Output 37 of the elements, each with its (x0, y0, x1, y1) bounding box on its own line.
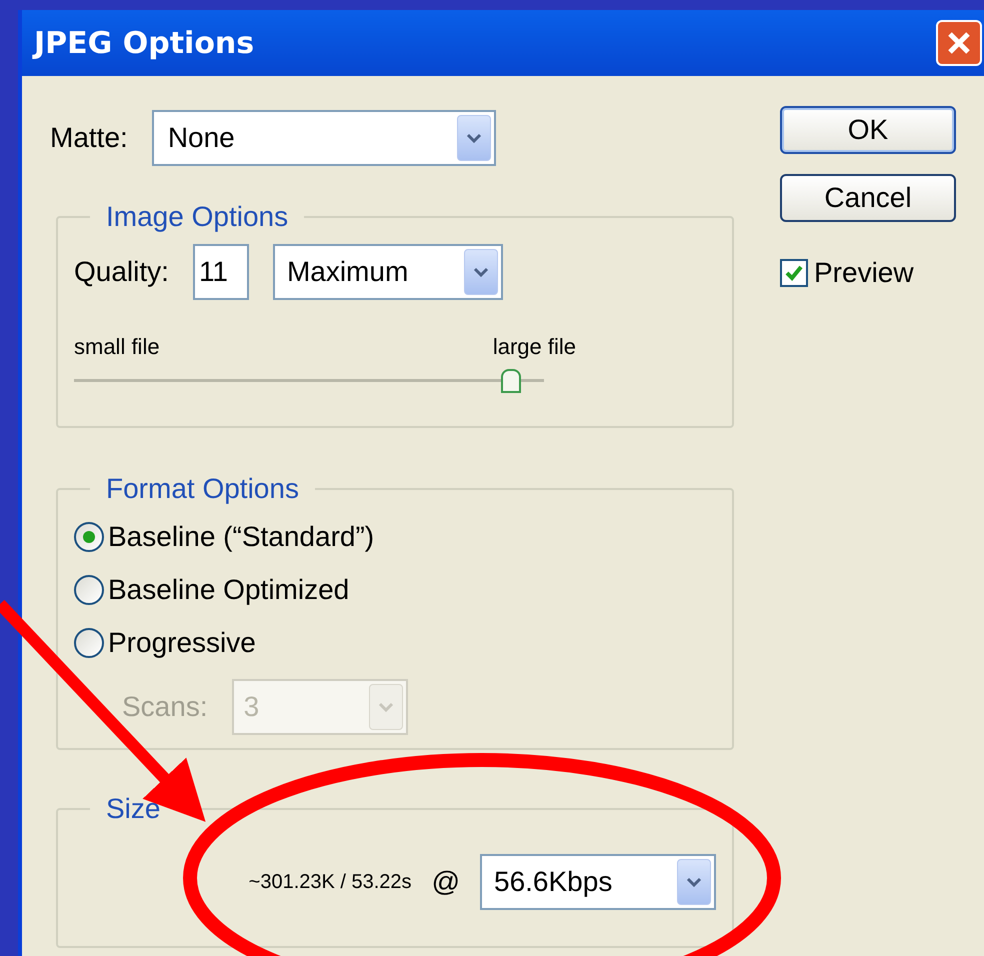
close-icon (946, 30, 972, 56)
window-title: JPEG Options (34, 24, 254, 62)
group-title: Image Options (106, 201, 288, 232)
dropdown-button[interactable] (456, 115, 491, 161)
preview-label: Preview (814, 256, 914, 290)
quality-label: Quality: (74, 255, 169, 289)
radio-option[interactable]: Baseline (“Standard”) (74, 510, 716, 563)
radio-button[interactable] (74, 628, 104, 658)
group-title: Size (106, 793, 160, 824)
size-estimate: ~301.23K / 53.22s (248, 870, 412, 895)
radio-option[interactable]: Baseline Optimized (74, 563, 716, 616)
caret-icon (686, 876, 702, 888)
max-label: large file (492, 333, 576, 361)
matte-dropdown[interactable]: None (152, 110, 496, 166)
caret-icon (378, 701, 394, 713)
close-button[interactable] (936, 20, 982, 66)
dropdown-button[interactable] (677, 859, 711, 905)
caret-icon (466, 132, 482, 144)
group-title: Format Options (106, 473, 299, 504)
check-icon (784, 263, 804, 283)
quality-field[interactable]: 11 (192, 244, 249, 300)
dropdown-button[interactable] (464, 249, 498, 295)
preview-checkbox[interactable] (780, 259, 808, 287)
caret-icon (472, 266, 489, 278)
radio-option[interactable]: Progressive (74, 616, 716, 669)
radio-button[interactable] (74, 522, 104, 552)
at-label: @ (432, 865, 460, 899)
radio-button[interactable] (74, 574, 104, 604)
matte-label: Matte: (50, 121, 128, 155)
speed-dropdown[interactable]: 56.6Kbps (480, 854, 716, 910)
quality-slider[interactable] (74, 369, 544, 393)
dialog-button[interactable]: Cancel (780, 174, 956, 222)
slider-thumb[interactable] (501, 369, 522, 393)
min-label: small file (74, 333, 160, 361)
scans-label: Scans: (122, 690, 208, 724)
quality-dropdown[interactable]: Maximum (272, 244, 503, 300)
dialog-button[interactable]: OK (780, 106, 956, 154)
